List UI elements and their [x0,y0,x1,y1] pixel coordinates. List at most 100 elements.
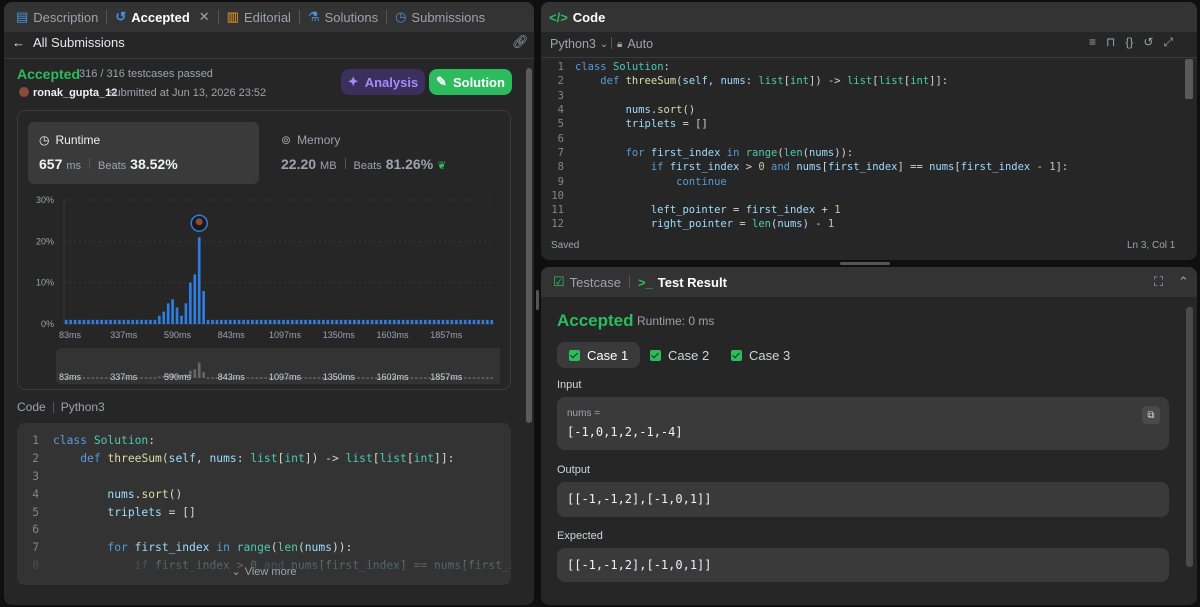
chart-bar[interactable] [193,274,197,324]
chart-bar[interactable] [384,319,387,324]
chart-bar[interactable] [122,319,126,324]
chart-bar[interactable] [357,319,361,324]
chart-bar[interactable] [144,319,148,324]
autocomplete-mode[interactable]: 🔒︎ Auto [617,37,653,51]
chart-bar[interactable] [69,319,72,324]
chart-bar[interactable] [91,319,95,324]
runtime-distribution-chart[interactable]: 30% 20% 10% 0% 83ms 83ms 337ms 337ms 590ms 590ms 8… [24,192,500,384]
chart-bar[interactable] [361,319,365,324]
username[interactable]: ronak_gupta_12 [33,87,117,99]
code-editor[interactable]: 1 class Solution: 2 def threeSum(self, num… [541,59,1186,231]
chart-bar[interactable] [87,319,90,324]
chart-bar[interactable] [153,319,157,324]
chart-bar[interactable] [446,319,449,324]
tab-test-result[interactable]: >_ Test Result [634,267,731,297]
chart-bar[interactable] [246,319,250,324]
chart-bar[interactable] [233,319,236,324]
bookmark-icon[interactable]: ⊓ [1106,35,1115,50]
chart-bar[interactable] [78,319,81,324]
chart-bar[interactable] [295,319,299,324]
chart-bar[interactable] [432,319,436,324]
tab-description[interactable]: ▤ Description [12,2,102,32]
chart-bar[interactable] [126,319,130,324]
chart-bar[interactable] [339,319,343,324]
chart-bar[interactable] [242,319,245,324]
chart-bar[interactable] [463,319,467,324]
collapse-icon[interactable]: ⌃ [1178,274,1189,290]
chart-bar[interactable] [286,319,290,324]
chart-bar[interactable] [189,282,192,324]
result-scrollbar[interactable] [1186,307,1193,567]
chart-bar[interactable] [149,319,152,324]
editor-scrollbar[interactable] [1185,59,1193,99]
case-tab-3[interactable]: Case 3 [719,342,802,368]
horizontal-resize-handle[interactable] [840,262,890,265]
chart-bar[interactable] [251,319,254,324]
chart-bar[interactable] [406,319,409,324]
language-select[interactable]: Python3 ⌄ [550,37,608,51]
chart-bar[interactable] [264,319,268,324]
chart-bar[interactable] [237,319,241,324]
tab-solutions[interactable]: ⚗ Solutions [304,2,382,32]
chart-bar[interactable] [73,319,77,324]
runtime-card[interactable]: ◷ Runtime 657 ms Beats 38.52% [28,122,259,184]
fullscreen-icon[interactable]: ⛶ [1154,274,1163,290]
braces-icon[interactable]: {} [1125,35,1133,50]
chart-bar[interactable] [392,319,396,324]
tab-submissions[interactable]: ◷ Submissions [391,2,489,32]
scrollbar[interactable] [526,68,532,423]
chart-bar[interactable] [486,319,489,324]
vertical-resize-handle[interactable] [536,290,539,310]
chart-bar[interactable] [259,319,263,324]
chart-bar[interactable] [370,319,374,324]
chart-bar[interactable] [171,299,174,324]
chart-bar[interactable] [410,319,414,324]
chart-bar[interactable] [490,319,494,324]
chart-bar[interactable] [184,303,188,324]
link-icon[interactable]: 🔗︎ [512,34,529,50]
chart-bar[interactable] [100,319,104,324]
chart-bar[interactable] [215,319,219,324]
chart-bar[interactable] [317,319,321,324]
chart-bar[interactable] [166,303,170,324]
chart-bar[interactable] [304,319,307,324]
chart-bar[interactable] [419,319,423,324]
chart-bar[interactable] [140,319,143,324]
chart-bar[interactable] [255,319,259,324]
case-tab-1[interactable]: Case 1 [557,342,641,368]
chart-bar[interactable] [224,319,228,324]
solution-button[interactable]: ✎ Solution [429,69,512,95]
chart-bar[interactable] [472,319,476,324]
analysis-button[interactable]: ✦ Analysis [341,69,425,95]
chart-bar[interactable] [335,319,338,324]
chart-bar[interactable] [95,319,99,324]
memory-card[interactable]: ⊚ Memory 22.20 MB Beats 81.26% ❦ [270,122,501,184]
copy-icon[interactable]: ⧉ [1142,406,1160,424]
chart-bar[interactable] [454,319,458,324]
view-more-button[interactable]: ⌄ View more [17,558,511,585]
chart-bar[interactable] [348,319,352,324]
chart-bar[interactable] [477,319,480,324]
reset-icon[interactable]: ↺ [1143,35,1153,50]
chart-bar[interactable] [113,319,117,324]
chart-bar[interactable] [268,319,272,324]
chart-bar[interactable] [277,319,281,324]
chart-bar[interactable] [313,319,316,324]
chart-bar[interactable] [388,319,392,324]
expand-icon[interactable]: ⤢ [1163,35,1173,50]
chart-bar[interactable] [481,319,485,324]
chart-bar[interactable] [353,319,356,324]
chart-bar[interactable] [450,319,454,324]
close-icon[interactable]: ✕ [199,9,210,25]
chart-bar[interactable] [220,319,223,324]
chart-bar[interactable] [211,319,214,324]
chart-bar[interactable] [459,319,463,324]
case-tab-2[interactable]: Case 2 [638,342,721,368]
chart-bar[interactable] [82,319,86,324]
chart-bar[interactable] [104,319,108,324]
format-icon[interactable]: ≡ [1089,35,1096,50]
chart-bar[interactable] [344,319,347,324]
chart-bar[interactable] [415,319,418,324]
tab-accepted[interactable]: ↺ Accepted ✕ [111,2,213,32]
chart-bar[interactable] [197,237,201,324]
